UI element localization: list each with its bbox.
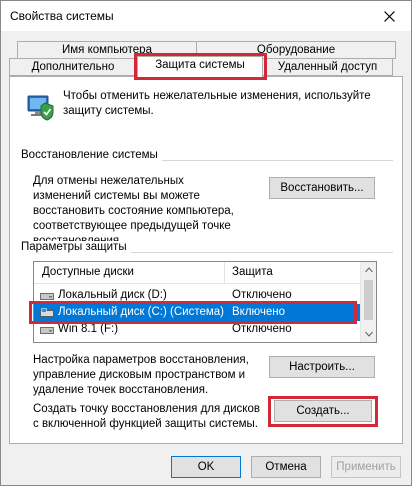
drive-protection-state: Включено bbox=[232, 306, 286, 318]
tab-system-protection[interactable]: Защита системы bbox=[137, 56, 263, 77]
restore-button[interactable]: Восстановить... bbox=[269, 177, 375, 199]
drive-name: Локальный диск (C:) (Система) bbox=[58, 306, 224, 318]
column-separator[interactable] bbox=[224, 262, 225, 284]
tab-label: Имя компьютера bbox=[62, 44, 152, 56]
drives-list[interactable]: Доступные диски Защита Локальный диск (D… bbox=[33, 261, 377, 343]
tab-label: Защита системы bbox=[155, 59, 245, 71]
tab-label: Оборудование bbox=[256, 44, 336, 56]
configure-description: Настройка параметров восстановления, упр… bbox=[33, 354, 249, 396]
scroll-down-icon[interactable] bbox=[365, 330, 373, 338]
scroll-up-icon[interactable] bbox=[365, 266, 373, 274]
window-title: Свойства системы bbox=[10, 9, 114, 23]
configure-button[interactable]: Настроить... bbox=[269, 356, 375, 378]
column-header-drives[interactable]: Доступные диски bbox=[42, 266, 134, 278]
system-properties-window: Свойства системы Имя компьютера Оборудов… bbox=[0, 0, 412, 486]
tab-label: Удаленный доступ bbox=[277, 61, 378, 73]
tab-advanced[interactable]: Дополнительно bbox=[9, 58, 137, 76]
drive-name: Win 8.1 (F:) bbox=[58, 323, 119, 335]
scroll-thumb[interactable] bbox=[364, 280, 373, 320]
protection-group-label: Параметры защиты bbox=[21, 241, 131, 253]
drive-row[interactable]: Локальный диск (D:) Отключено bbox=[34, 287, 361, 304]
list-scrollbar[interactable] bbox=[360, 262, 376, 342]
drive-protection-state: Отключено bbox=[232, 289, 292, 301]
ok-button[interactable]: OK bbox=[171, 456, 241, 478]
drive-protection-state: Отключено bbox=[232, 323, 292, 335]
apply-button[interactable]: Применить bbox=[331, 456, 401, 478]
close-icon bbox=[383, 10, 395, 22]
tab-label: Дополнительно bbox=[31, 61, 115, 73]
tab-remote[interactable]: Удаленный доступ bbox=[262, 58, 393, 76]
system-drive-icon bbox=[40, 308, 54, 317]
close-button[interactable] bbox=[367, 1, 411, 31]
create-button[interactable]: Создать... bbox=[274, 400, 372, 422]
create-description: Создать точку восстановления для дисков … bbox=[33, 403, 260, 430]
column-header-protection[interactable]: Защита bbox=[232, 266, 273, 278]
hard-drive-icon bbox=[40, 327, 54, 334]
drive-row-selected[interactable]: Локальный диск (C:) (Система) Включено bbox=[34, 304, 361, 321]
cancel-button[interactable]: Отмена bbox=[251, 456, 321, 478]
title-bar: Свойства системы bbox=[1, 1, 411, 31]
system-protection-icon bbox=[25, 91, 55, 121]
hard-drive-icon bbox=[40, 293, 54, 300]
list-header: Доступные диски Защита bbox=[34, 262, 361, 284]
drive-row[interactable]: Win 8.1 (F:) Отключено bbox=[34, 321, 361, 338]
restore-description: Для отмены нежелательных изменений систе… bbox=[33, 175, 234, 247]
restore-group-label: Восстановление системы bbox=[21, 149, 162, 161]
intro-text: Чтобы отменить нежелательные изменения, … bbox=[63, 90, 371, 117]
drive-name: Локальный диск (D:) bbox=[58, 289, 167, 301]
